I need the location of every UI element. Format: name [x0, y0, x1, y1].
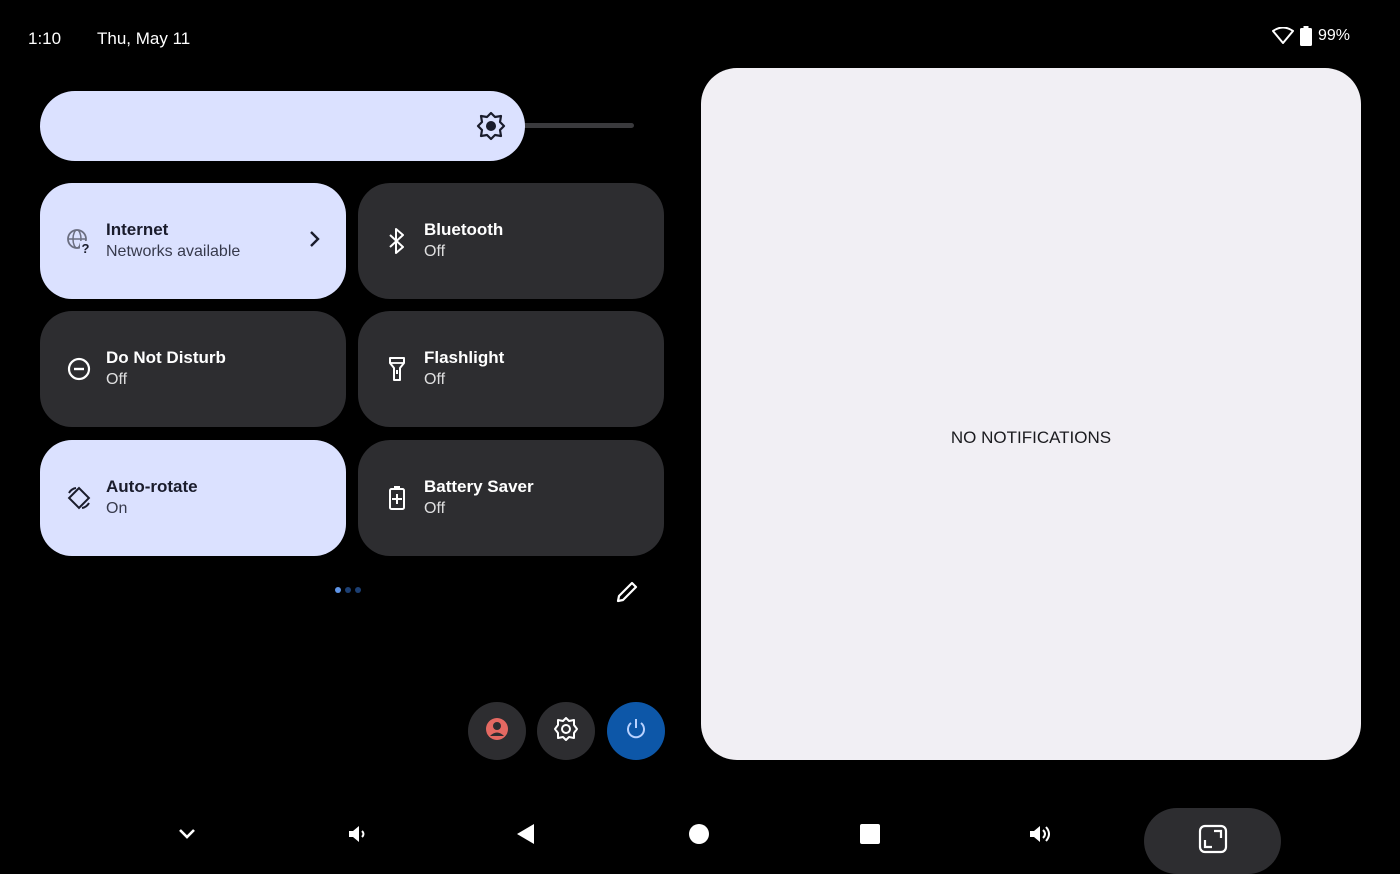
page-indicator [335, 587, 361, 593]
notification-panel: NO NOTIFICATIONS [701, 68, 1361, 760]
auto-rotate-icon [66, 485, 92, 511]
recents-icon [858, 822, 882, 851]
power-button[interactable] [607, 702, 665, 760]
brightness-slider[interactable] [40, 91, 636, 161]
status-date: Thu, May 11 [97, 29, 191, 48]
collapse-button[interactable] [157, 800, 217, 872]
tile-bluetooth[interactable]: Bluetooth Off [358, 183, 664, 299]
status-time: 1:10 [28, 29, 62, 48]
wifi-icon [1271, 27, 1294, 45]
home-icon [687, 822, 711, 851]
tile-label: Auto-rotate [106, 477, 198, 496]
tile-label: Bluetooth [424, 220, 504, 239]
user-avatar-icon [484, 716, 510, 747]
volume-down-button[interactable] [328, 800, 388, 872]
battery-percent: 99% [1317, 27, 1350, 44]
settings-button[interactable] [537, 702, 595, 760]
recents-button[interactable] [840, 800, 900, 872]
tile-internet[interactable]: ? Internet Networks available [40, 183, 346, 299]
brightness-fill[interactable] [40, 91, 525, 161]
brightness-icon [476, 111, 506, 141]
tile-label: Do Not Disturb [106, 348, 226, 367]
tile-label: Internet [106, 220, 169, 239]
chevron-right-icon[interactable] [308, 229, 322, 249]
home-button[interactable] [669, 800, 729, 872]
tile-flashlight[interactable]: Flashlight Off [358, 311, 664, 427]
page-dot [355, 587, 361, 593]
status-bar: 1:10 Thu, May 11 99% [0, 0, 1400, 72]
page-dot [345, 587, 351, 593]
user-switch-button[interactable] [468, 702, 526, 760]
back-icon [514, 822, 538, 851]
bluetooth-icon [384, 228, 410, 254]
tile-status: On [106, 500, 128, 517]
tile-status: Off [424, 243, 446, 260]
tile-do-not-disturb[interactable]: Do Not Disturb Off [40, 311, 346, 427]
volume-up-icon [1027, 822, 1055, 851]
edit-icon[interactable] [612, 577, 642, 607]
tile-status: Off [106, 371, 128, 388]
no-notifications-text: NO NOTIFICATIONS [950, 428, 1112, 447]
power-icon [623, 716, 649, 747]
tile-status: Off [424, 500, 446, 517]
volume-down-icon [346, 822, 370, 851]
tile-label: Flashlight [424, 348, 505, 367]
tile-battery-saver[interactable]: Battery Saver Off [358, 440, 664, 556]
globe-question-icon: ? [66, 228, 92, 254]
battery-saver-icon [384, 485, 410, 511]
gear-icon [553, 716, 579, 747]
chevron-down-icon [177, 827, 197, 846]
volume-up-button[interactable] [1011, 800, 1071, 872]
screenshot-icon [1198, 824, 1228, 859]
back-button[interactable] [496, 800, 556, 872]
navigation-bar [0, 800, 1400, 874]
screenshot-button[interactable] [1144, 808, 1281, 874]
tile-auto-rotate[interactable]: Auto-rotate On [40, 440, 346, 556]
tile-status: Networks available [106, 243, 241, 260]
status-icons: 99% [1271, 26, 1350, 46]
svg-text:?: ? [82, 241, 90, 254]
page-dot [335, 587, 341, 593]
do-not-disturb-icon [66, 356, 92, 382]
battery-icon [1299, 26, 1312, 46]
tile-status: Off [424, 371, 446, 388]
tile-label: Battery Saver [424, 477, 534, 496]
flashlight-icon [384, 356, 410, 382]
brightness-track[interactable] [520, 123, 634, 128]
